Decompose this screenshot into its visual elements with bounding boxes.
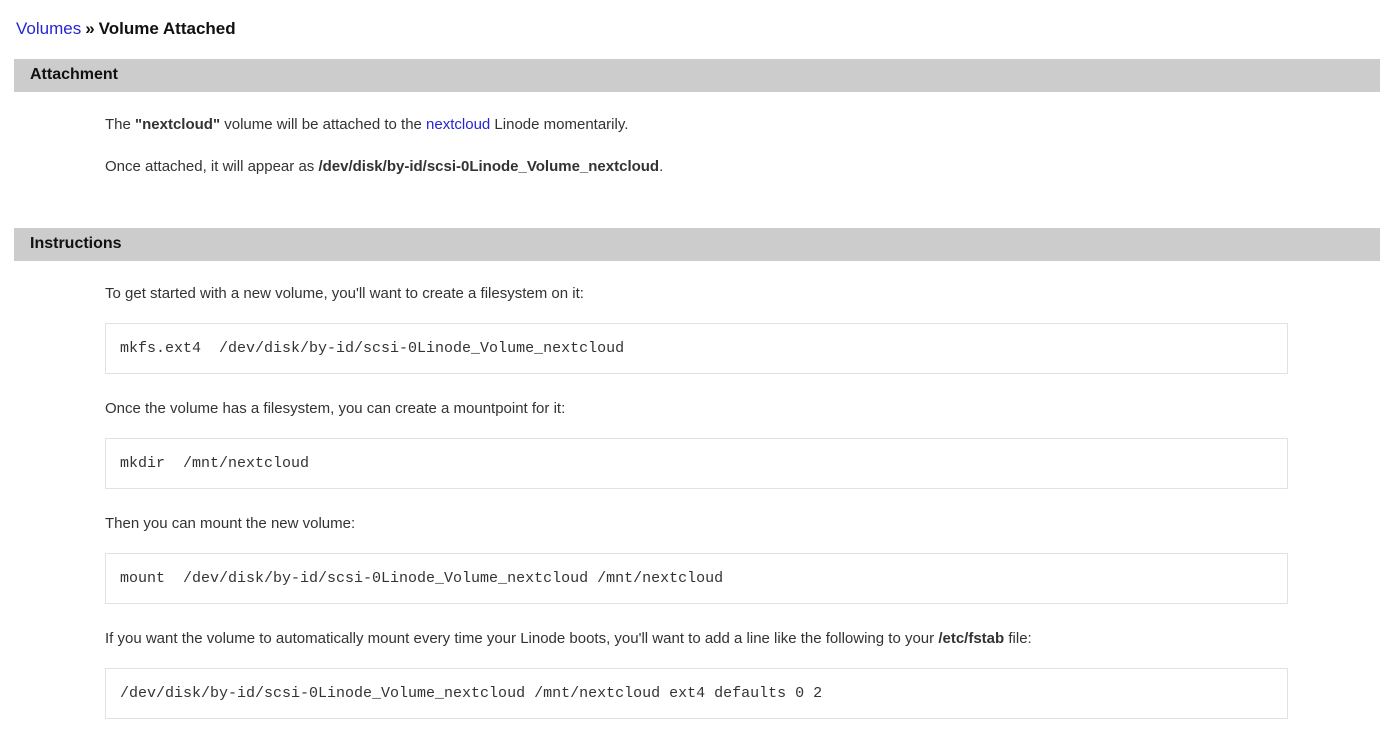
- breadcrumb-separator: »: [85, 19, 94, 38]
- volume-name: "nextcloud": [135, 116, 220, 133]
- section-header-instructions: Instructions: [14, 228, 1380, 261]
- attachment-section-body: The "nextcloud" volume will be attached …: [105, 116, 1288, 176]
- device-path: /dev/disk/by-id/scsi-0Linode_Volume_next…: [318, 158, 659, 175]
- fstab-line-codebox: /dev/disk/by-id/scsi-0Linode_Volume_next…: [105, 668, 1288, 719]
- device-path-text: Once attached, it will appear as /dev/di…: [105, 158, 1288, 176]
- attachment-text-mid: volume will be attached to the: [220, 116, 426, 133]
- device-path-post: .: [659, 158, 663, 175]
- mkdir-command-codebox: mkdir /mnt/nextcloud: [105, 438, 1288, 489]
- attachment-section-title: Attachment: [30, 66, 118, 83]
- mkfs-command-codebox: mkfs.ext4 /dev/disk/by-id/scsi-0Linode_V…: [105, 323, 1288, 374]
- step-create-mountpoint-text: Once the volume has a filesystem, you ca…: [105, 400, 1288, 418]
- mount-command-codebox: mount /dev/disk/by-id/scsi-0Linode_Volum…: [105, 553, 1288, 604]
- volume-attached-page: Volumes» Volume Attached Attachment The "…: [0, 0, 1388, 736]
- section-header-attachment: Attachment: [14, 59, 1380, 92]
- attachment-status-text: The "nextcloud" volume will be attached …: [105, 116, 1288, 134]
- breadcrumb-current-page: Volume Attached: [99, 19, 236, 38]
- breadcrumb-volumes-link[interactable]: Volumes: [16, 19, 81, 38]
- fstab-path: /etc/fstab: [938, 630, 1004, 647]
- step-fstab-text: If you want the volume to automatically …: [105, 630, 1288, 648]
- step-mount-volume-text: Then you can mount the new volume:: [105, 515, 1288, 533]
- fstab-text-post: file:: [1004, 630, 1032, 647]
- breadcrumb: Volumes» Volume Attached: [0, 0, 1388, 49]
- fstab-text-pre: If you want the volume to automatically …: [105, 630, 938, 647]
- attachment-text-post: Linode momentarily.: [490, 116, 628, 133]
- step-create-filesystem-text: To get started with a new volume, you'll…: [105, 285, 1288, 303]
- device-path-pre: Once attached, it will appear as: [105, 158, 318, 175]
- instructions-section-body: To get started with a new volume, you'll…: [105, 285, 1288, 719]
- instructions-section-title: Instructions: [30, 235, 122, 252]
- attachment-text-pre: The: [105, 116, 135, 133]
- linode-link[interactable]: nextcloud: [426, 116, 490, 133]
